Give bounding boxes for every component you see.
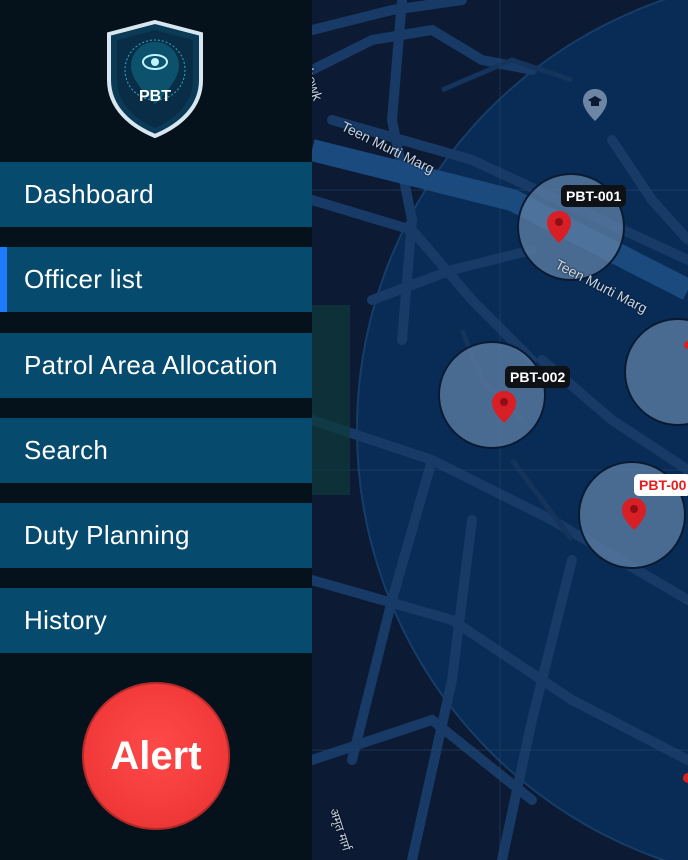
nav-patrol-label: Patrol Area Allocation bbox=[24, 350, 278, 380]
school-place-icon[interactable] bbox=[582, 88, 608, 122]
nav-history[interactable]: History bbox=[0, 588, 312, 653]
pbt-logo: PBT bbox=[105, 19, 205, 139]
active-indicator bbox=[0, 247, 7, 312]
nav-patrol-area-allocation[interactable]: Patrol Area Allocation bbox=[0, 333, 312, 398]
nav-officer-list-label: Officer list bbox=[24, 264, 143, 294]
alert-label: Alert bbox=[110, 733, 202, 778]
nav-search[interactable]: Search bbox=[0, 418, 312, 483]
logo-text: PBT bbox=[139, 88, 171, 105]
alert-button[interactable]: Alert bbox=[82, 682, 230, 830]
map-view[interactable]: ta Chowk Teen Murti Marg Teen Murti Marg… bbox=[312, 0, 688, 860]
nav-duty-planning[interactable]: Duty Planning bbox=[0, 503, 312, 568]
marker-label: PBT-001 bbox=[561, 185, 627, 207]
officer-pin-icon[interactable] bbox=[621, 497, 647, 531]
nav-dashboard[interactable]: Dashboard bbox=[0, 162, 312, 227]
officer-pin-icon[interactable] bbox=[546, 210, 572, 244]
nav-history-label: History bbox=[24, 605, 107, 635]
nav-officer-list[interactable]: Officer list bbox=[0, 247, 312, 312]
nav-duty-planning-label: Duty Planning bbox=[24, 520, 190, 550]
officer-pin-icon[interactable] bbox=[491, 390, 517, 424]
sidebar: PBT Dashboard Officer list Patrol Area A… bbox=[0, 0, 312, 860]
marker-label: PBT-002 bbox=[505, 366, 571, 388]
nav-search-label: Search bbox=[24, 435, 109, 465]
marker-label-alert: PBT-00 bbox=[634, 474, 688, 496]
nav-dashboard-label: Dashboard bbox=[24, 179, 154, 209]
